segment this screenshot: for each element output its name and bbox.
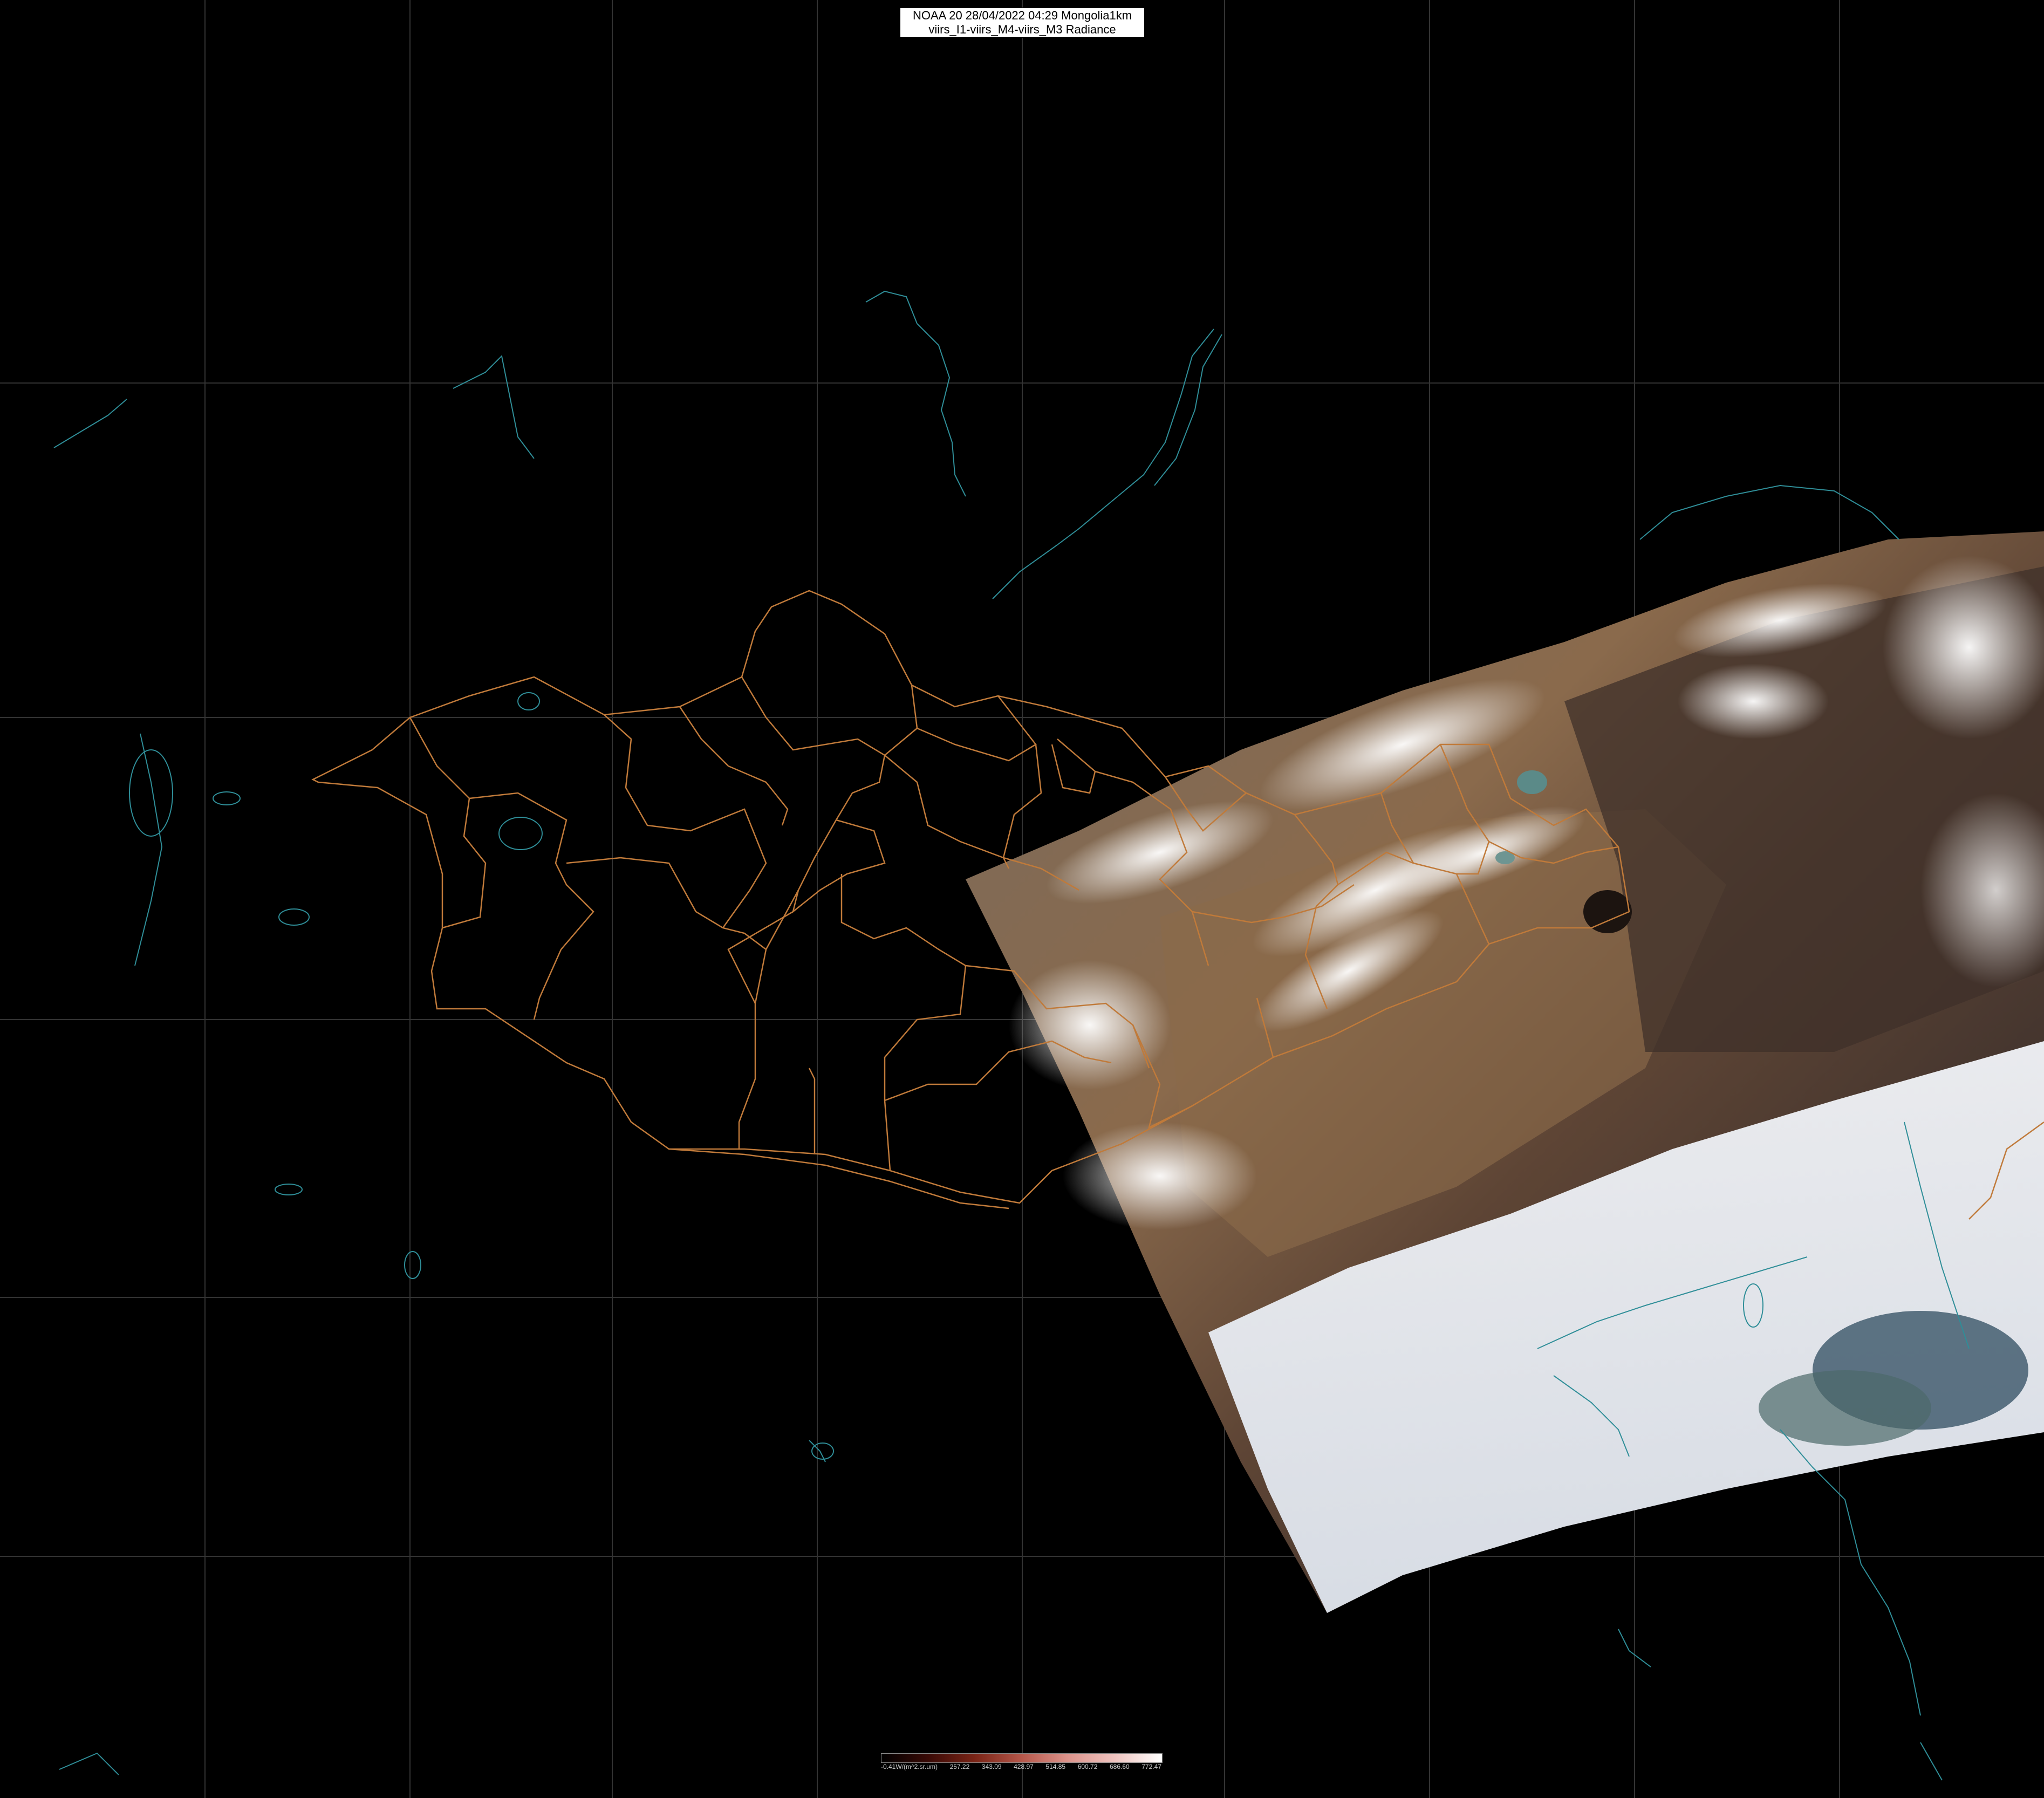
map-canvas	[0, 0, 2044, 1798]
colorbar-tick-label: 514.85	[1045, 1763, 1066, 1770]
colorbar-tick-label: 600.72	[1077, 1763, 1098, 1770]
colorbar-labels: -0.41W/(m^2.sr.um) 257.22 343.09 428.97 …	[881, 1763, 1161, 1773]
title-line-2: viirs_I1-viirs_M4-viirs_M3 Radiance	[928, 23, 1116, 36]
colorbar-tick-label: 343.09	[981, 1763, 1002, 1770]
colorbar-tick-label: 772.47	[1141, 1763, 1161, 1770]
colorbar-tick-label: 428.97	[1014, 1763, 1034, 1770]
colorbar-gradient	[881, 1753, 1163, 1763]
colorbar-unit-label: -0.41W/(m^2.sr.um)	[881, 1763, 938, 1770]
title-line-1: NOAA 20 28/04/2022 04:29 Mongolia1km	[912, 9, 1132, 22]
radiance-colorbar: -0.41W/(m^2.sr.um) 257.22 343.09 428.97 …	[881, 1753, 1163, 1777]
title-box: NOAA 20 28/04/2022 04:29 Mongolia1km vii…	[900, 8, 1145, 38]
colorbar-tick-label: 257.22	[949, 1763, 970, 1770]
colorbar-tick-label: 686.60	[1109, 1763, 1130, 1770]
